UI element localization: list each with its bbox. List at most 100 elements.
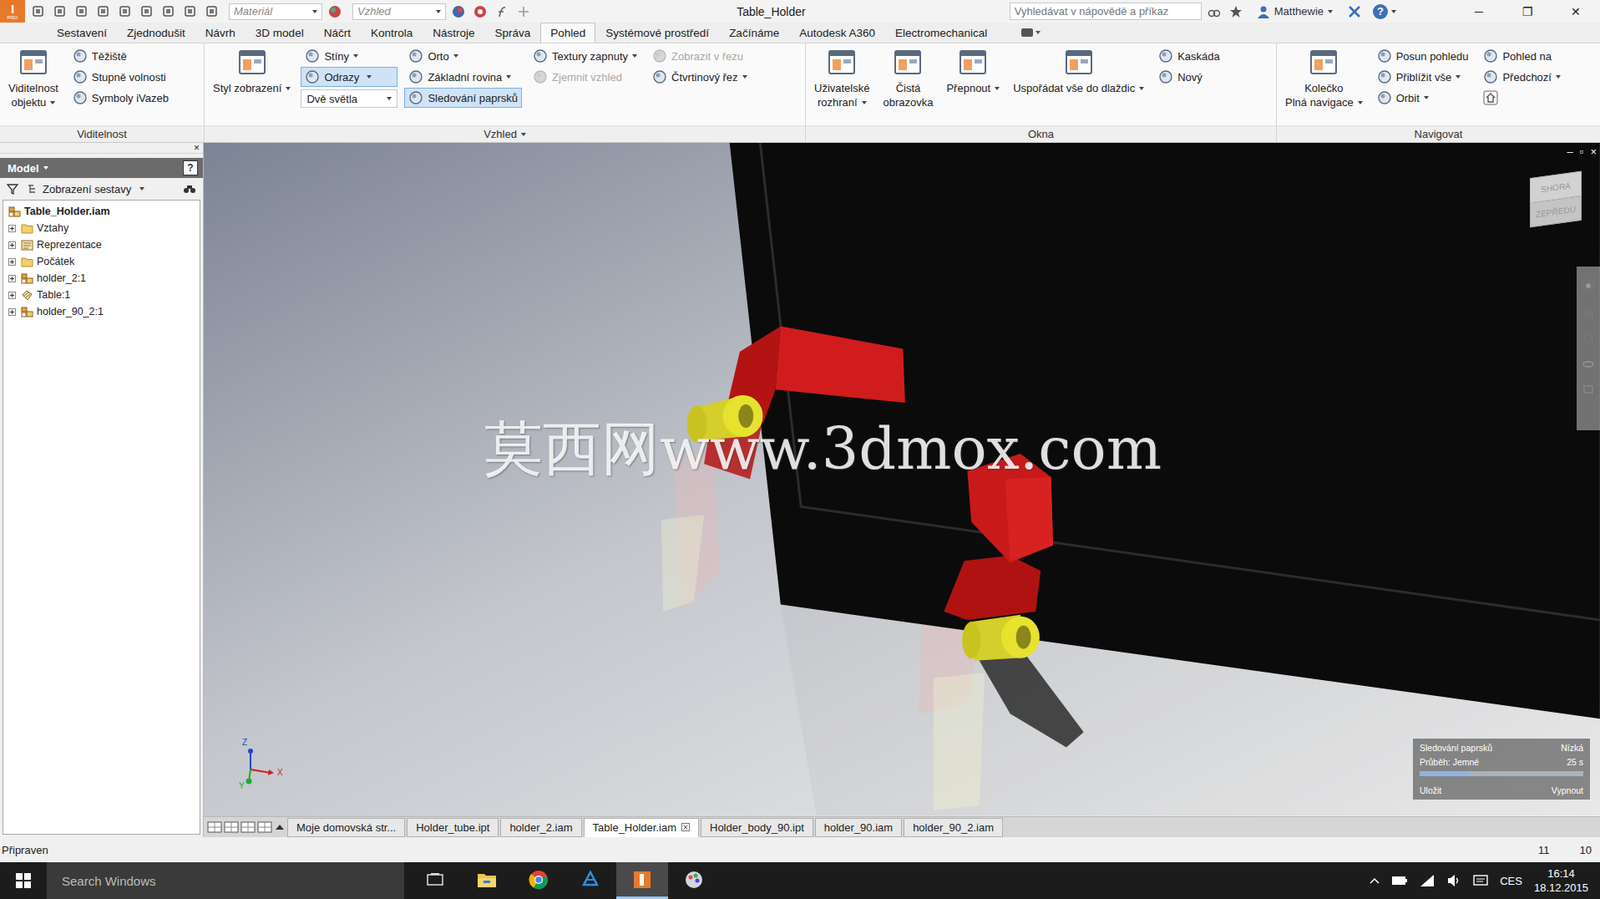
ribbon-large-button[interactable]: Přepnout [942, 45, 1003, 125]
chevron-up-icon[interactable] [1369, 875, 1380, 885]
steering-wheel-icon[interactable] [1580, 278, 1596, 294]
tree-item[interactable]: Table:1 [3, 286, 200, 304]
expand-toggle[interactable] [8, 241, 18, 249]
exchange-icon[interactable] [1346, 4, 1363, 20]
ribbon-tab[interactable]: Kontrola [360, 22, 423, 43]
ribbon-tab[interactable]: Systémové prostředí [595, 22, 719, 43]
input-language[interactable]: CES [1499, 874, 1523, 887]
browser-header[interactable]: Model ? [0, 157, 203, 178]
window-control[interactable]: ❐ [1503, 0, 1552, 23]
taskbar-app[interactable] [460, 861, 513, 899]
save-icon[interactable] [71, 2, 91, 21]
view-select[interactable]: Zobrazení sestavy [26, 182, 175, 196]
ribbon-button[interactable]: Základní rovina [404, 66, 522, 87]
notifications-icon[interactable] [1473, 873, 1489, 887]
pan-hand-icon[interactable] [1581, 306, 1595, 320]
ribbon-tab[interactable]: Náčrt [313, 22, 361, 43]
ribbon-button[interactable]: Přiblížit vše [1372, 66, 1474, 87]
select-icon[interactable] [180, 2, 199, 21]
home-icon[interactable] [136, 2, 156, 21]
ribbon-tab[interactable]: Electromechanical [885, 22, 998, 43]
redo-icon[interactable] [115, 2, 134, 21]
save-button[interactable]: Uložit [1419, 784, 1442, 795]
ribbon-button[interactable]: Těžiště [68, 45, 173, 66]
vertical-icon[interactable] [257, 820, 273, 834]
expand-toggle[interactable] [8, 308, 18, 316]
tree-item[interactable]: holder_90_2:1 [3, 303, 200, 320]
ribbon-button[interactable]: Symboly iVazeb [68, 87, 173, 108]
help-button[interactable]: ? [182, 160, 198, 176]
start-button[interactable] [0, 861, 47, 899]
app-logo[interactable]: IPRO [0, 0, 26, 23]
home-view-button[interactable] [1478, 87, 1565, 108]
ribbon-tab[interactable]: Pohled [540, 22, 596, 43]
ribbon-tab[interactable]: Zjednodušit [116, 22, 196, 43]
ribbon-button[interactable]: Čtvrtinový řez [648, 66, 751, 87]
color-ball-icon[interactable] [328, 5, 342, 19]
viewport-control[interactable]: ▫ [1579, 146, 1585, 157]
ribbon-tab[interactable]: Návrh [195, 22, 246, 43]
document-tab[interactable]: Holder_tube.ipt [406, 817, 499, 837]
ribbon-button[interactable]: Nový [1154, 66, 1225, 87]
ribbon-button[interactable]: Stupně volnosti [68, 66, 173, 87]
taskbar-app[interactable] [564, 861, 617, 899]
clock[interactable]: 16:1418.12.2015 [1534, 865, 1589, 895]
document-tab[interactable]: holder_90_2.iam [903, 817, 1003, 837]
document-tab[interactable]: holder_90.iam [815, 817, 902, 837]
close-tab-icon[interactable] [681, 822, 690, 831]
star-icon[interactable] [1229, 5, 1243, 19]
appearance-select[interactable]: Vzhled [352, 3, 446, 21]
ribbon-group-label[interactable]: Vzhled [204, 125, 806, 142]
wifi-icon[interactable] [1419, 873, 1435, 887]
expand-toggle[interactable] [8, 274, 18, 283]
ribbon-button[interactable]: Posun pohledu [1372, 45, 1474, 66]
window-control[interactable]: ✕ [1551, 0, 1600, 23]
volume-icon[interactable] [1446, 873, 1462, 887]
cascade-icon[interactable] [207, 820, 223, 834]
graphics-viewport[interactable]: –▫× SHORA ZEPŘEDU X Y Z Sledování paprsk… [203, 142, 1600, 816]
parameters-icon[interactable] [495, 5, 509, 19]
ribbon-button[interactable]: Orto [404, 45, 522, 66]
ribbon-large-button[interactable]: Čistáobrazovka [879, 45, 937, 125]
look-at-icon[interactable] [1582, 383, 1595, 395]
horizontal-icon[interactable] [240, 820, 256, 834]
ribbon-button[interactable]: Textury zapnuty [528, 45, 642, 66]
taskbar-app[interactable] [668, 861, 720, 899]
ribbon-tab[interactable]: Správa [484, 22, 541, 43]
expand-toggle[interactable] [8, 224, 18, 233]
ribbon-button[interactable]: Sledování paprsků [404, 87, 522, 108]
taskbar-app[interactable] [512, 861, 565, 899]
open-icon[interactable] [50, 2, 69, 21]
expand-toggle[interactable] [8, 258, 18, 266]
material-select[interactable]: Materiál [228, 3, 323, 21]
ribbon-options-icon[interactable] [1020, 26, 1043, 39]
ribbon-tab[interactable]: Začínáme [718, 22, 790, 43]
return-icon[interactable] [158, 2, 178, 21]
tree-item[interactable]: Table_Holder.iam [3, 202, 200, 220]
close-button[interactable]: × [193, 142, 200, 153]
tree-item[interactable]: Počátek [3, 253, 200, 270]
ribbon-button[interactable]: Orbit [1372, 87, 1474, 108]
viewport-control[interactable]: × [1589, 146, 1597, 157]
tree-item[interactable]: Vztahy [3, 219, 200, 237]
taskbar-app[interactable] [616, 861, 669, 899]
ribbon-button[interactable]: Zobrazit v řezu [648, 45, 751, 66]
ribbon-large-button[interactable]: Styl zobrazení [209, 45, 294, 125]
viewcube[interactable]: SHORA ZEPŘEDU [1529, 171, 1582, 234]
new-icon[interactable] [28, 2, 47, 21]
ribbon-tab[interactable]: 3D model [245, 22, 314, 43]
filter-icon[interactable] [6, 182, 19, 195]
ribbon-button[interactable]: Pohled na [1478, 45, 1565, 66]
holder-model[interactable] [943, 453, 1084, 747]
lighting-select[interactable]: Dvě světla [300, 89, 398, 108]
help-search-field[interactable]: Vyhledávat v nápovědě a příkaz [1009, 2, 1202, 21]
document-tab[interactable]: holder_2.iam [500, 817, 582, 837]
ribbon-button[interactable]: Odrazy [300, 66, 398, 87]
ribbon-large-button[interactable]: Viditelnostobjektu [5, 45, 62, 125]
browser-grip[interactable]: × [0, 142, 203, 154]
undo-icon[interactable] [93, 2, 112, 21]
ribbon-tab[interactable]: Autodesk A360 [789, 22, 886, 43]
zoom-icon[interactable] [1582, 333, 1595, 345]
adjust-icon[interactable] [451, 5, 466, 19]
stop-button[interactable]: Vypnout [1551, 784, 1584, 795]
